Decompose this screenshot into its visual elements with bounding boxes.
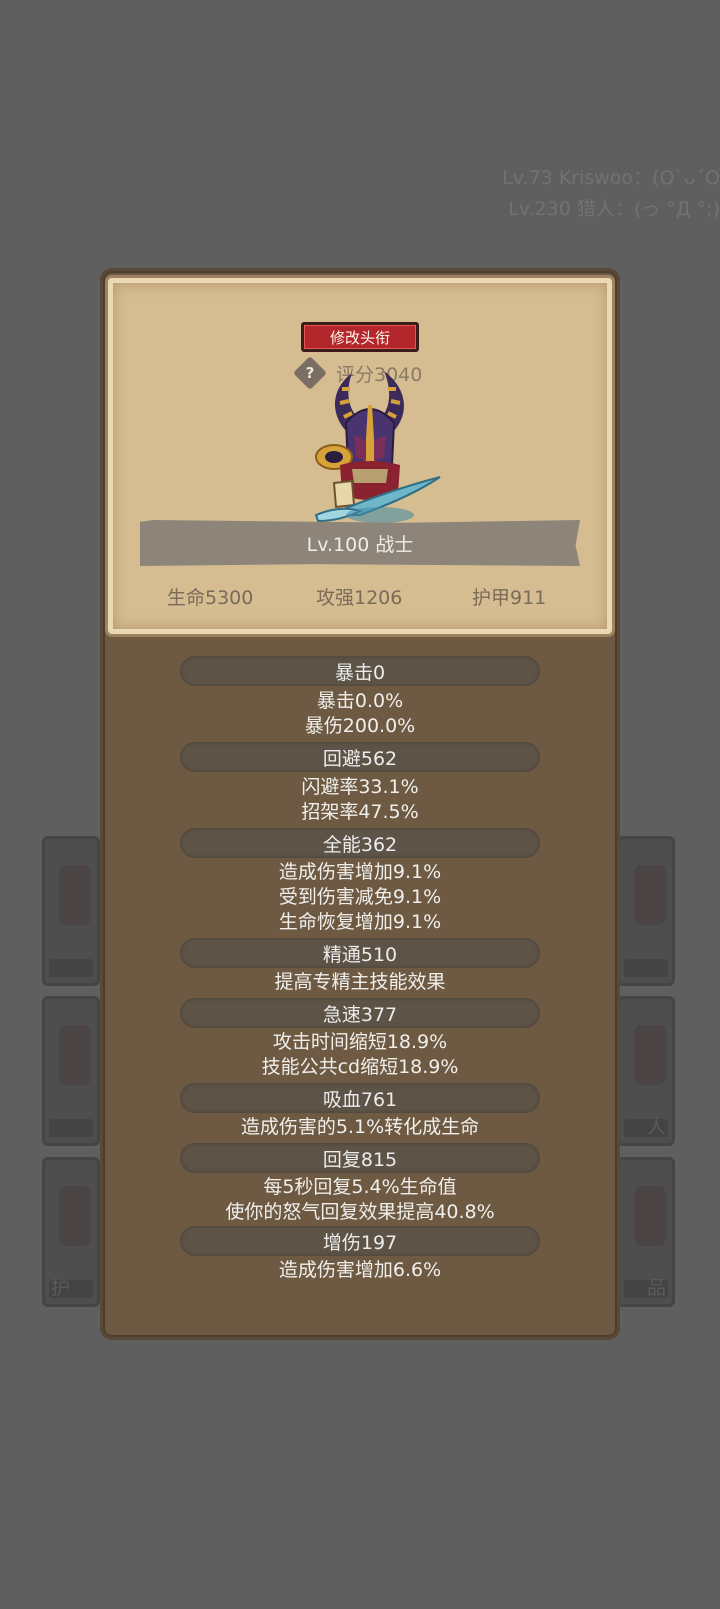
chat-line: Lv.73 Kriswoo：(ΟˋᴗˊΟ [502, 167, 720, 189]
attr-line: 造成伤害的5.1%转化成生命 [240, 1116, 480, 1138]
equipment-slot: 护 [42, 1157, 100, 1307]
attr-header-haste: 急速377 [180, 998, 540, 1028]
attr-header-mastery: 精通510 [180, 938, 540, 968]
attr-header-dmg-bonus: 增伤197 [180, 1226, 540, 1256]
attr-line: 招架率47.5% [301, 801, 419, 823]
equipment-slot: 人 [617, 996, 675, 1146]
hp-stat: 生命5300 [167, 587, 254, 609]
attr-header-versatility: 全能362 [180, 828, 540, 858]
attr-line: 生命恢复增加9.1% [278, 911, 442, 933]
equipment-slot [617, 836, 675, 986]
attr-header-dodge: 回避562 [180, 742, 540, 772]
attr-line: 造成伤害增加9.1% [278, 861, 442, 883]
attr-line: 使你的怒气回复效果提高40.8% [225, 1201, 495, 1223]
edit-title-button[interactable]: 修改头衔 [301, 322, 419, 352]
attr-header-lifesteal: 吸血761 [180, 1083, 540, 1113]
attr-line: 造成伤害增加6.6% [278, 1259, 442, 1281]
slot-label: 护 [51, 1277, 71, 1299]
equipment-slot [42, 836, 100, 986]
attr-line: 暴击0.0% [316, 690, 404, 712]
attr-line: 每5秒回复5.4%生命值 [263, 1176, 457, 1198]
attr-line: 受到伤害减免9.1% [278, 886, 442, 908]
attr-line: 技能公共cd缩短18.9% [261, 1056, 459, 1078]
equipment-slot: 品 [617, 1157, 675, 1307]
warrior-avatar [314, 371, 441, 523]
equipment-slot [42, 996, 100, 1146]
level-class-bar: Lv.100 战士 [140, 520, 580, 566]
attr-line: 暴伤200.0% [304, 715, 416, 737]
attr-line: 攻击时间缩短18.9% [272, 1031, 448, 1053]
slot-label: 人 [646, 1116, 666, 1138]
attr-line: 提高专精主技能效果 [274, 971, 446, 993]
chat-line: Lv.230 猎人：(っ °Д °;) [508, 198, 720, 220]
attack-stat: 攻强1206 [316, 587, 403, 609]
attr-header-regen: 回复815 [180, 1143, 540, 1173]
armor-stat: 护甲911 [472, 587, 547, 609]
attr-line: 闪避率33.1% [301, 776, 419, 798]
slot-label: 品 [646, 1277, 666, 1299]
attr-header-crit: 暴击0 [180, 656, 540, 686]
